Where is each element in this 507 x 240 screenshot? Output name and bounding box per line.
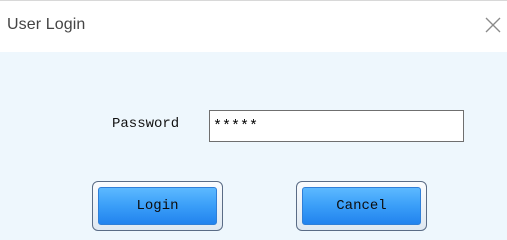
title-bar: User Login bbox=[0, 0, 507, 52]
login-button[interactable]: Login bbox=[92, 181, 223, 231]
window-title: User Login bbox=[7, 16, 86, 33]
password-input[interactable] bbox=[209, 110, 464, 142]
cancel-button[interactable]: Cancel bbox=[296, 181, 427, 231]
login-button-label: Login bbox=[98, 187, 217, 225]
close-icon-glyph bbox=[485, 17, 501, 33]
cancel-button-label: Cancel bbox=[302, 187, 421, 225]
close-icon[interactable] bbox=[484, 16, 502, 34]
password-label: Password bbox=[112, 116, 180, 132]
login-dialog: User Login Password Login Cancel bbox=[0, 0, 507, 240]
